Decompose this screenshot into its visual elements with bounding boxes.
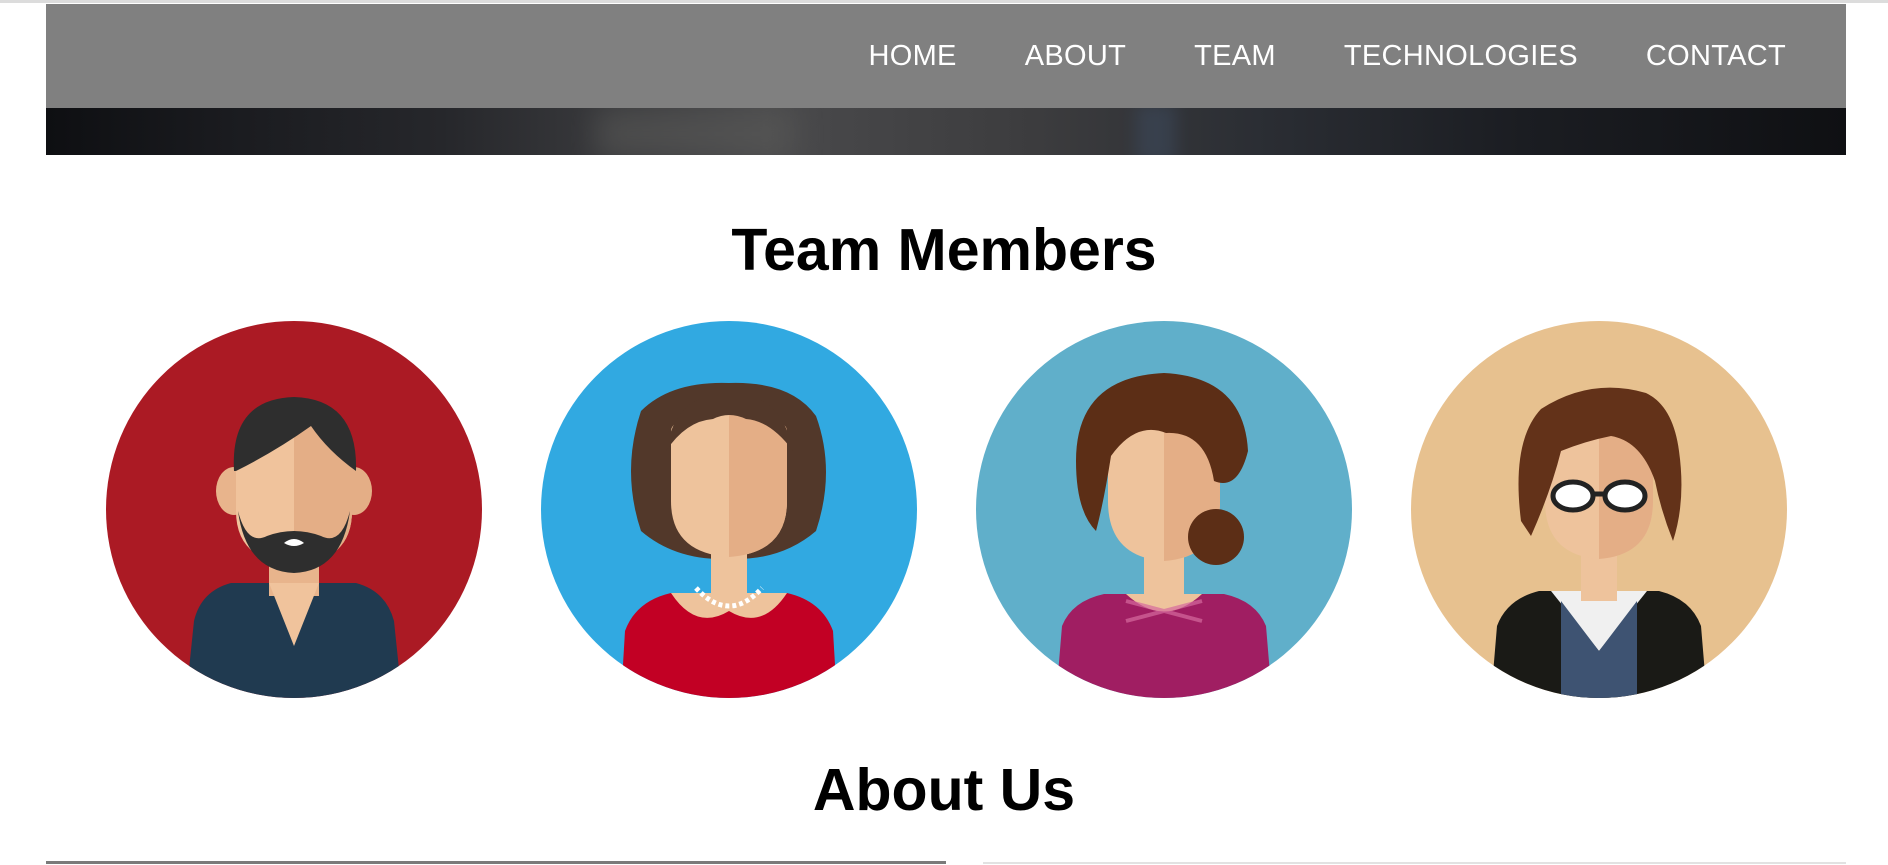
team-member-avatar[interactable]: [541, 321, 917, 698]
team-members-row: [0, 321, 1888, 698]
team-member-avatar[interactable]: [976, 321, 1352, 698]
nav-item-team[interactable]: TEAM: [1194, 40, 1276, 73]
hero-banner: HOME ABOUT TEAM TECHNOLOGIES CONTACT: [46, 4, 1846, 155]
bearded-man-avatar-icon: [106, 321, 482, 698]
hero-image-highlight: [596, 109, 796, 155]
main-navigation: HOME ABOUT TEAM TECHNOLOGIES CONTACT: [46, 4, 1846, 108]
top-border: [0, 0, 1888, 3]
team-member-avatar[interactable]: [106, 321, 482, 698]
section-divider: [46, 861, 946, 864]
nav-menu: HOME ABOUT TEAM TECHNOLOGIES CONTACT: [860, 4, 1846, 108]
team-members-heading: Team Members: [731, 217, 1157, 283]
woman-pearl-necklace-avatar-icon: [541, 321, 917, 698]
nav-item-home[interactable]: HOME: [868, 40, 956, 73]
nav-item-about[interactable]: ABOUT: [1025, 40, 1126, 73]
hero-image-highlight: [1136, 104, 1176, 155]
about-us-heading: About Us: [812, 757, 1076, 823]
section-divider: [983, 862, 1846, 864]
nav-item-technologies[interactable]: TECHNOLOGIES: [1344, 40, 1578, 73]
woman-side-bun-avatar-icon: [976, 321, 1352, 698]
nav-item-contact[interactable]: CONTACT: [1646, 40, 1786, 73]
glasses-person-avatar-icon: [1411, 321, 1787, 698]
team-member-avatar[interactable]: [1411, 321, 1787, 698]
